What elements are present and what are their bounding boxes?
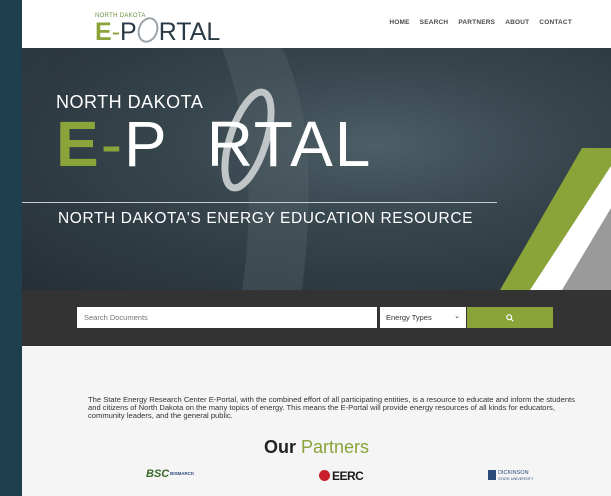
dsu-mark-icon: [488, 470, 496, 480]
partner-logo-bismarck-state[interactable]: BSC BISMARCK: [146, 466, 206, 486]
page: NORTH DAKOTA E-P RTAL HOME SEARCH PARTNER…: [22, 0, 611, 496]
bsc-logo-text: BISMARCK: [170, 471, 195, 476]
partner-logo-eerc[interactable]: EERC: [319, 466, 371, 486]
nav-home[interactable]: HOME: [389, 19, 409, 26]
hero-banner: NORTH DAKOTA E-P RTAL NORTH DAKOTA'S ENER…: [22, 48, 611, 290]
nav-partners[interactable]: PARTNERS: [458, 19, 495, 26]
nav-contact[interactable]: CONTACT: [539, 19, 572, 26]
dsu-logo-line1: DICKINSON: [498, 470, 529, 476]
hero-title: E-P RTAL: [56, 108, 373, 180]
search-input[interactable]: [77, 307, 377, 328]
nav-about[interactable]: ABOUT: [505, 19, 529, 26]
chevron-down-icon: ⌄: [454, 313, 460, 320]
logo-wordmark: E-P RTAL: [95, 14, 220, 46]
eerc-globe-icon: [319, 470, 330, 481]
logo-o-ring-icon: [133, 14, 162, 46]
hero-subtitle: NORTH DAKOTA'S ENERGY EDUCATION RESOURCE: [58, 210, 474, 227]
energy-types-select[interactable]: Energy Types ⌄: [380, 307, 466, 328]
hero-divider: [22, 202, 497, 203]
partners-heading: Our Partners: [263, 437, 370, 457]
search-button[interactable]: [467, 307, 553, 328]
left-frame: [0, 0, 22, 496]
partner-logo-dickinson-state[interactable]: DICKINSON STATE UNIVERSITY: [488, 466, 548, 486]
main-nav: HOME SEARCH PARTNERS ABOUT CONTACT: [389, 19, 572, 26]
energy-types-label: Energy Types: [386, 313, 432, 322]
dsu-logo-line2: STATE UNIVERSITY: [498, 477, 534, 481]
nav-search[interactable]: SEARCH: [420, 19, 449, 26]
bsc-mark-icon: BSC: [146, 468, 170, 480]
about-text: The State Energy Research Center E-Porta…: [88, 394, 575, 421]
site-header: NORTH DAKOTA E-P RTAL HOME SEARCH PARTNER…: [22, 0, 611, 48]
eerc-logo-text: EERC: [332, 469, 364, 483]
site-logo[interactable]: NORTH DAKOTA E-P RTAL: [95, 13, 235, 46]
search-icon: [506, 314, 514, 322]
search-bar: Energy Types ⌄: [22, 290, 611, 346]
